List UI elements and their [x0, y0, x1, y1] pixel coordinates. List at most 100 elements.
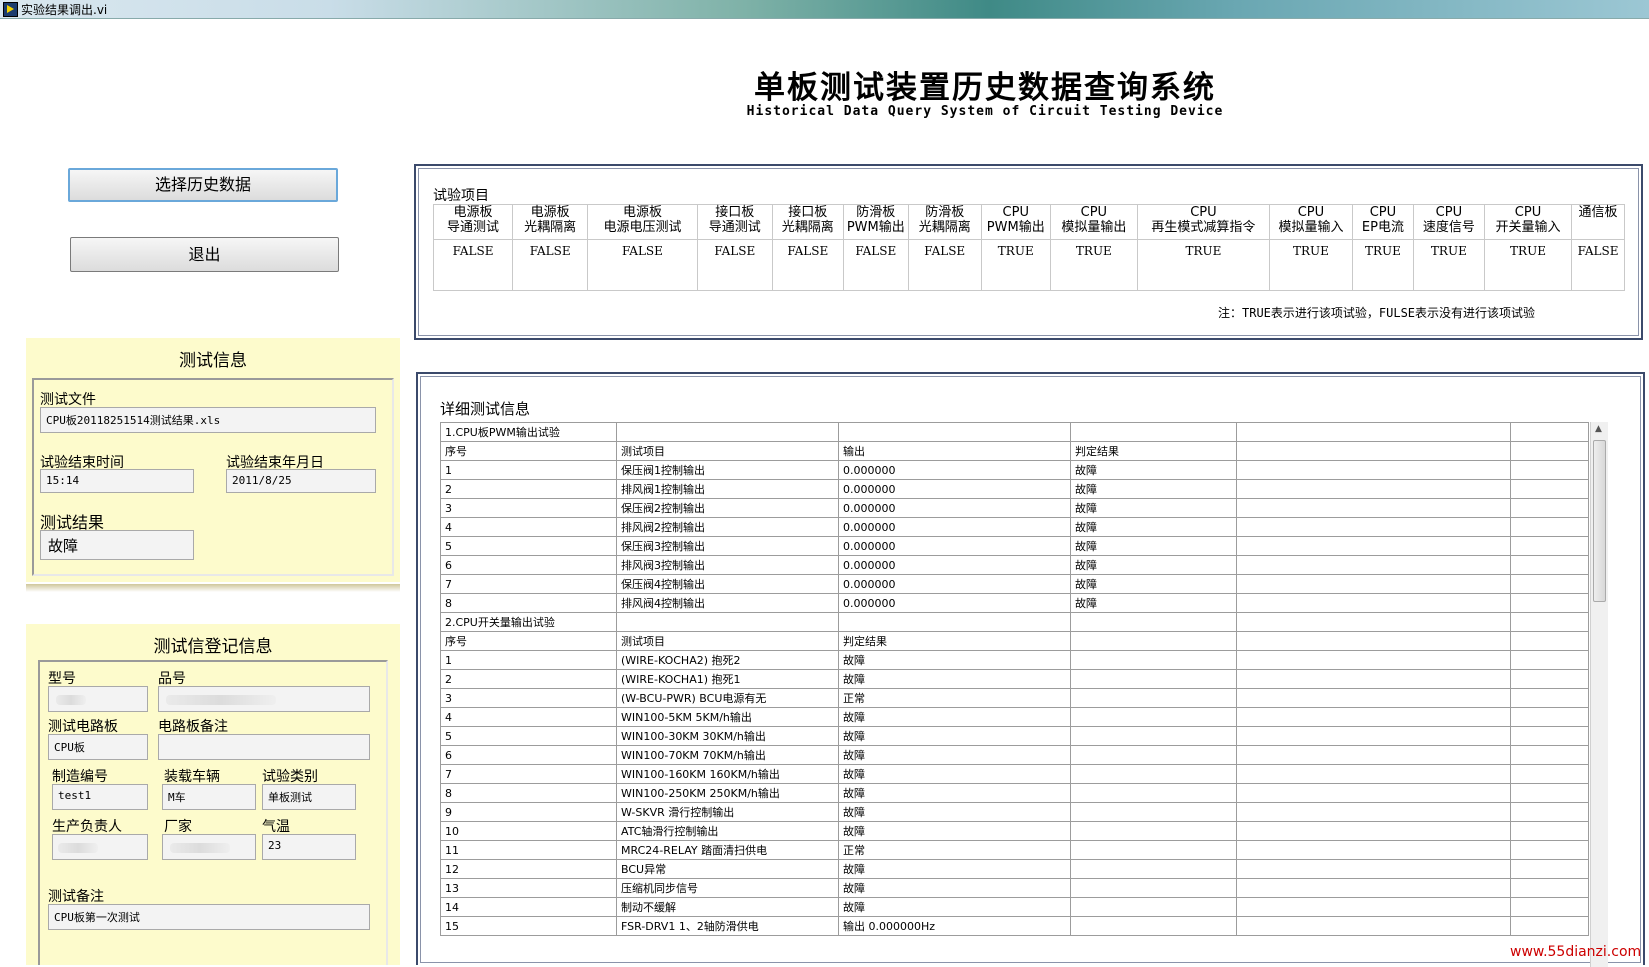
page-title: 单板测试装置历史数据查询系统: [754, 70, 1216, 106]
detail-cell: 故障: [838, 897, 1071, 917]
factory-label: 厂家: [164, 819, 192, 835]
test-item-header-line1: 电源板: [530, 205, 570, 220]
detail-cell: [1070, 802, 1237, 822]
test-item-header-line1: CPU: [1369, 205, 1397, 220]
detail-row: 5 保压阀3控制输出 0.000000 故障: [440, 536, 1589, 556]
detail-cell: [1070, 783, 1237, 803]
test-item-header-line2: 光耦隔离: [524, 220, 577, 235]
detail-cell: 1: [440, 650, 617, 670]
detail-cell: [1510, 650, 1589, 670]
detail-cell: [1070, 840, 1237, 860]
detail-cell: 保压阀4控制输出: [616, 574, 839, 594]
test-item-header-line2: PWM输出: [986, 220, 1045, 235]
detail-cell: ATC轴滑行控制输出: [616, 821, 839, 841]
detail-cell: [1236, 745, 1511, 765]
detail-cell: [1236, 821, 1511, 841]
test-item-header: CPU 再生模式减算指令: [1136, 204, 1270, 240]
end-time-field[interactable]: 15:14: [40, 469, 194, 493]
detail-cell: 序号: [440, 441, 617, 461]
temperature-field[interactable]: 23: [262, 834, 356, 860]
detail-cell: 故障: [1070, 498, 1237, 518]
detail-cell: 6: [440, 555, 617, 575]
board-field[interactable]: CPU板: [48, 734, 148, 760]
select-history-button[interactable]: 选择历史数据: [68, 168, 338, 202]
test-item-header-line2: 模拟量输出: [1061, 220, 1127, 235]
detail-cell: FSR-DRV1 1、2轴防滑供电: [616, 916, 839, 936]
detail-caption: 详细测试信息: [440, 400, 531, 418]
detail-cell: 2: [440, 669, 617, 689]
detail-row: 2 排风阀1控制输出 0.000000 故障: [440, 479, 1589, 499]
detail-cell: (WIRE-KOCHA2) 抱死2: [616, 650, 839, 670]
detail-cell: [1510, 517, 1589, 537]
detail-cell: 故障: [838, 859, 1071, 879]
detail-cell: 5: [440, 536, 617, 556]
test-items-frame: 试验项目 电源板 导通测试 电源板 光耦隔离 电源板 电源电压测试 接口板 导通测试 接口板 光耦…: [414, 164, 1643, 340]
test-info-title: 测试信息: [179, 351, 247, 371]
detail-cell: [1070, 897, 1237, 917]
test-file-label: 测试文件: [40, 392, 96, 408]
detail-cell: WIN100-160KM 160KM/h输出: [616, 764, 839, 784]
detail-cell: [1510, 669, 1589, 689]
detail-scrollbar[interactable]: ▲: [1590, 422, 1608, 967]
detail-cell: 输出 0.000000Hz: [838, 916, 1071, 936]
detail-cell: 故障: [838, 669, 1071, 689]
window-title: 实验结果调出.vi: [21, 3, 108, 17]
test-item-header-line1: CPU: [1002, 205, 1029, 220]
detail-cell: 序号: [440, 631, 617, 651]
end-date-field[interactable]: 2011/8/25: [226, 469, 376, 493]
detail-cell: [1236, 897, 1511, 917]
detail-cell: [1510, 460, 1589, 480]
detail-cell: [1070, 422, 1237, 442]
exit-button[interactable]: 退出: [70, 237, 339, 272]
detail-row: 8 排风阀4控制输出 0.000000 故障: [440, 593, 1589, 613]
detail-cell: 11: [440, 840, 617, 860]
detail-cell: [1236, 498, 1511, 518]
detail-cell: 0.000000: [838, 460, 1071, 480]
serial-field[interactable]: test1: [52, 784, 148, 810]
detail-cell: [1070, 859, 1237, 879]
vehicle-field[interactable]: M车: [162, 784, 256, 810]
register-info-group: 型号 品号 测试电路板 CPU板 电路板备注 制造编号 test1 装载车辆 M…: [38, 660, 388, 965]
detail-row: 8 WIN100-250KM 250KM/h输出 故障: [440, 783, 1589, 803]
test-file-field[interactable]: CPU板20118251514测试结果.xls: [40, 407, 376, 433]
detail-cell: [1236, 707, 1511, 727]
detail-cell: 故障: [838, 783, 1071, 803]
board-label: 测试电路板: [48, 719, 118, 735]
board-note-field[interactable]: [158, 734, 370, 760]
detail-cell: [1236, 764, 1511, 784]
detail-cell: 9: [440, 802, 617, 822]
detail-cell: WIN100-70KM 70KM/h输出: [616, 745, 839, 765]
test-item-header: CPU PWM输出: [980, 204, 1051, 240]
detail-cell: [1510, 536, 1589, 556]
detail-cell: 故障: [838, 650, 1071, 670]
detail-cell: 故障: [1070, 517, 1237, 537]
test-type-field[interactable]: 单板测试: [262, 784, 356, 810]
detail-row: 1.CPU板PWM输出试验: [440, 422, 1589, 442]
detail-cell: 故障: [838, 802, 1071, 822]
detail-cell: 0.000000: [838, 479, 1071, 499]
test-item-header: CPU 模拟量输入: [1268, 204, 1354, 240]
detail-row: 6 排风阀3控制输出 0.000000 故障: [440, 555, 1589, 575]
test-item-header-line1: 接口板: [788, 205, 828, 220]
detail-cell: 故障: [1070, 555, 1237, 575]
scroll-up-arrow-icon[interactable]: ▲: [1595, 424, 1602, 434]
detail-cell: [1070, 726, 1237, 746]
test-item-header-line2: 光耦隔离: [781, 220, 834, 235]
test-item-header-line2: 模拟量输入: [1278, 220, 1344, 235]
test-result-field[interactable]: 故障: [40, 530, 194, 560]
test-item-header: 接口板 光耦隔离: [771, 204, 844, 240]
detail-cell: 判定结果: [838, 631, 1071, 651]
detail-cell: [1510, 745, 1589, 765]
detail-cell: [1510, 555, 1589, 575]
detail-cell: 排风阀4控制输出: [616, 593, 839, 613]
detail-cell: 故障: [838, 821, 1071, 841]
detail-row: 5 WIN100-30KM 30KM/h输出 故障: [440, 726, 1589, 746]
detail-cell: [1070, 650, 1237, 670]
remark-field[interactable]: CPU板第一次测试: [48, 904, 370, 930]
test-type-label: 试验类别: [262, 769, 318, 785]
detail-cell: 12: [440, 859, 617, 879]
detail-cell: 0.000000: [838, 498, 1071, 518]
test-item-value: TRUE: [1136, 239, 1270, 291]
detail-row: 序号 测试项目 判定结果: [440, 631, 1589, 651]
scroll-thumb[interactable]: [1593, 440, 1606, 602]
